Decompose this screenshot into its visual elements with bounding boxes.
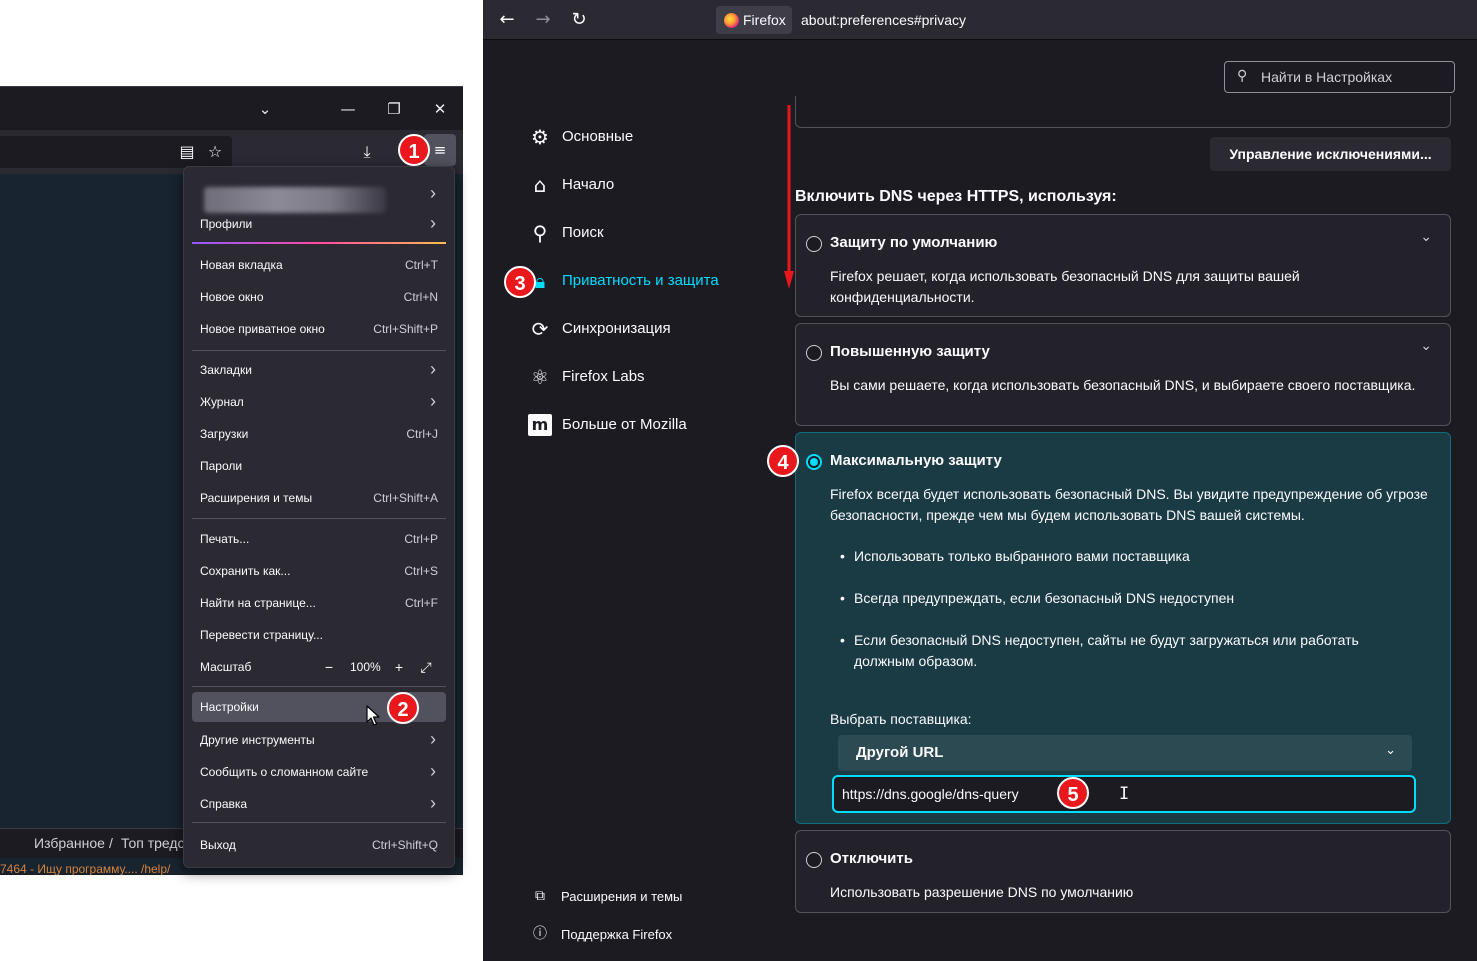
text-cursor-icon: I <box>1119 784 1130 804</box>
doh-heading: Включить DNS через HTTPS, используя: <box>795 188 1117 205</box>
chevron-right-icon: › <box>430 729 436 749</box>
doh-option-default[interactable]: Защиту по умолчанию ⌄ Firefox решает, ко… <box>795 214 1451 317</box>
annotation-badge-5: 5 <box>1057 777 1089 809</box>
menu-translate[interactable]: Перевести страницу... <box>192 620 446 650</box>
mouse-pointer-icon <box>366 705 380 726</box>
menu-zoom: Масштаб − 100% + ⤢ <box>192 652 446 682</box>
browser-toolbar: ← → ↻ Firefox about:preferences#privacy <box>483 0 1477 40</box>
bookmark-star-icon[interactable]: ☆ <box>202 139 228 165</box>
radio-increased[interactable] <box>806 345 822 361</box>
forward-arrow-icon[interactable]: → <box>529 6 557 34</box>
settings-page-screenshot: ← → ↻ Firefox about:preferences#privacy … <box>483 0 1477 961</box>
chevron-down-icon[interactable]: ⌄ <box>1420 229 1432 245</box>
chevron-right-icon: › <box>430 391 436 411</box>
window-titlebar: ⌄ — ❐ ✕ <box>0 86 463 130</box>
chevron-down-icon[interactable]: ⌄ <box>1420 338 1432 354</box>
menu-separator <box>192 822 446 823</box>
menu-new-private-window[interactable]: Новое приватное окно Ctrl+Shift+P <box>192 314 446 344</box>
doh-option-off[interactable]: Отключить Использовать разрешение DNS по… <box>795 830 1451 913</box>
bullet-item: Использовать только выбранного вами пост… <box>840 546 1410 567</box>
menu-new-window[interactable]: Новое окно Ctrl+N <box>192 282 446 312</box>
back-arrow-icon[interactable]: ← <box>493 6 521 34</box>
annotation-badge-2: 2 <box>387 692 419 724</box>
menu-account[interactable]: › <box>192 175 446 213</box>
chevron-right-icon: › <box>430 793 436 813</box>
url-text[interactable]: about:preferences#privacy <box>801 12 966 28</box>
provider-label: Выбрать поставщика: <box>830 711 972 727</box>
menu-report-site[interactable]: Сообщить о сломанном сайте › <box>192 757 446 787</box>
menu-more-tools[interactable]: Другие инструменты › <box>192 725 446 755</box>
chevron-right-icon: › <box>430 761 436 781</box>
menu-find[interactable]: Найти на странице... Ctrl+F <box>192 588 446 618</box>
menu-profiles[interactable]: Профили › <box>192 209 446 239</box>
menu-separator <box>192 518 446 519</box>
app-menu-panel: › Профили › Новая вкладка Ctrl+T Новое о… <box>183 166 455 868</box>
reload-icon[interactable]: ↻ <box>565 6 593 34</box>
chevron-right-icon: › <box>430 213 436 233</box>
provider-select[interactable]: Другой URL ⌄ <box>838 735 1412 771</box>
bullet-item: Если безопасный DNS недоступен, сайты не… <box>840 630 1410 672</box>
help-circle-icon: ⓘ <box>533 926 547 942</box>
zoom-out-button[interactable]: − <box>320 658 338 676</box>
radio-off[interactable] <box>806 852 822 868</box>
zoom-in-button[interactable]: + <box>390 658 408 676</box>
bookmark-top-threads[interactable]: Топ тредс <box>121 835 185 851</box>
chevron-down-icon: ⌄ <box>1385 743 1396 758</box>
downloads-icon[interactable]: ⤓ <box>354 139 380 165</box>
radio-max-selected[interactable] <box>806 454 822 470</box>
annotation-badge-3: 3 <box>504 266 536 298</box>
menu-exit[interactable]: Выход Ctrl+Shift+Q <box>192 830 446 860</box>
bookmark-favorites[interactable]: Избранное <box>34 835 105 851</box>
url-bar[interactable]: ▤ ☆ <box>0 136 232 168</box>
tab-list-chevron-icon[interactable]: ⌄ <box>251 95 279 123</box>
menu-passwords[interactable]: Пароли <box>192 451 446 481</box>
menu-bookmarks[interactable]: Закладки › <box>192 355 446 385</box>
chevron-right-icon: › <box>430 359 436 379</box>
menu-history[interactable]: Журнал › <box>192 387 446 417</box>
menu-downloads[interactable]: Загрузки Ctrl+J <box>192 419 446 449</box>
search-icon: ⚲ <box>1237 68 1248 84</box>
menu-print[interactable]: Печать... Ctrl+P <box>192 524 446 554</box>
settings-search-input[interactable]: ⚲ Найти в Настройках <box>1224 61 1455 93</box>
radio-default[interactable] <box>806 236 822 252</box>
status-link-text: 7464 - Ищу программу.... /help/ <box>0 862 171 875</box>
menu-save-as[interactable]: Сохранить как... Ctrl+S <box>192 556 446 586</box>
bookmark-separator: / <box>109 835 113 851</box>
menu-separator <box>192 350 446 351</box>
search-placeholder: Найти в Настройках <box>1261 69 1393 85</box>
puzzle-piece-icon: ⧉ <box>535 888 545 904</box>
firefox-logo-icon <box>724 13 739 28</box>
gear-icon: ⚙ <box>531 125 549 149</box>
annotation-badge-1: 1 <box>398 134 430 166</box>
restore-icon[interactable]: ❐ <box>380 95 408 123</box>
zoom-value[interactable]: 100% <box>350 660 381 674</box>
menu-separator <box>192 242 446 244</box>
identity-label: Firefox <box>743 12 786 28</box>
sync-icon: ⟳ <box>531 317 549 341</box>
menu-separator <box>192 686 446 687</box>
previous-section-box <box>795 96 1451 128</box>
minimize-icon[interactable]: — <box>334 95 362 123</box>
identity-box[interactable]: Firefox <box>716 6 792 34</box>
menu-addons[interactable]: Расширения и темы Ctrl+Shift+A <box>192 483 446 513</box>
doh-option-increased[interactable]: Повышенную защиту ⌄ Вы сами решаете, ког… <box>795 323 1451 426</box>
bullet-item: Всегда предупреждать, если безопасный DN… <box>840 588 1410 609</box>
fullscreen-icon[interactable]: ⤢ <box>417 658 435 676</box>
menu-new-tab[interactable]: Новая вкладка Ctrl+T <box>192 250 446 280</box>
home-icon: ⌂ <box>533 173 547 197</box>
chevron-right-icon: › <box>430 183 436 203</box>
mozilla-m-icon: m <box>528 414 552 436</box>
labs-atom-icon: ⚛ <box>531 365 549 389</box>
close-icon[interactable]: ✕ <box>426 95 454 123</box>
manage-exceptions-button[interactable]: Управление исключениями... <box>1210 137 1451 171</box>
annotation-badge-4: 4 <box>767 445 799 477</box>
doh-option-max[interactable]: Максимальную защиту Firefox всегда будет… <box>795 432 1451 824</box>
annotation-arrow-down <box>784 105 794 289</box>
reader-view-icon[interactable]: ▤ <box>174 139 200 165</box>
search-icon: ⚲ <box>532 221 548 245</box>
menu-help[interactable]: Справка › <box>192 789 446 819</box>
